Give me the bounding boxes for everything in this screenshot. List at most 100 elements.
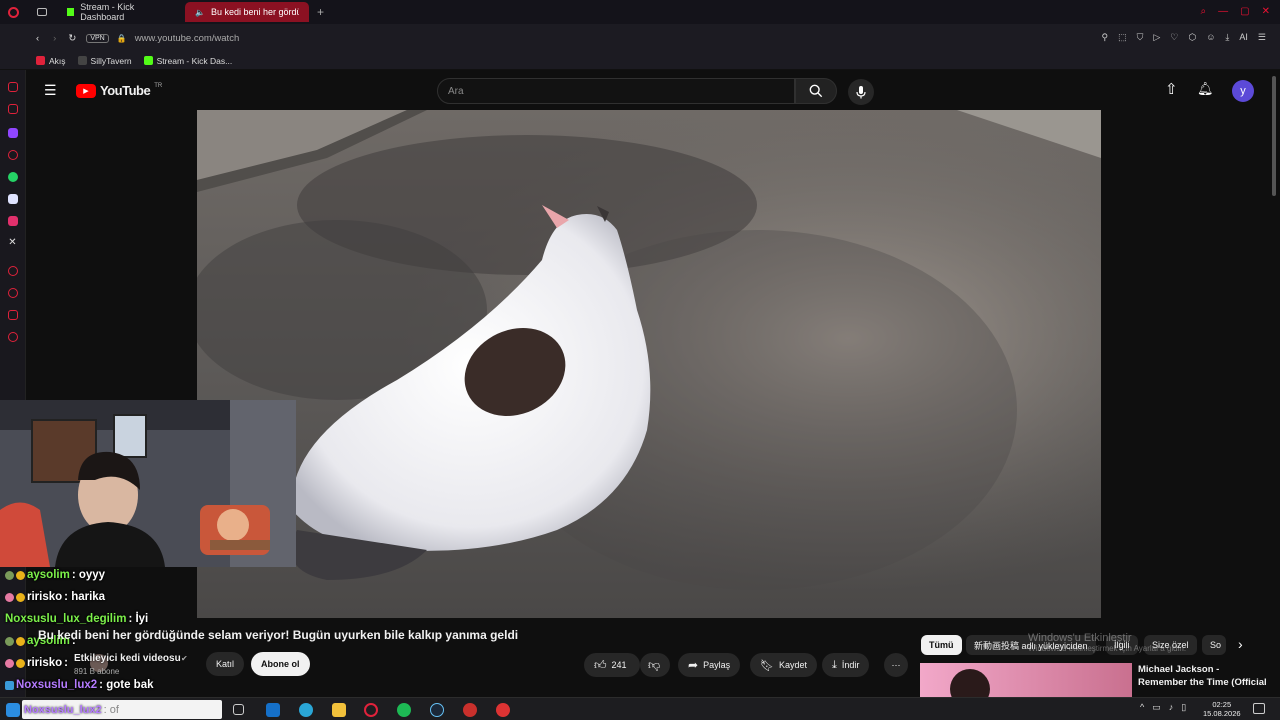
sidebar-twitch-icon[interactable] [7, 128, 18, 138]
taskbar-clock[interactable]: 02:25 15.08.2026 [1203, 700, 1241, 718]
address-bar-tools: ⚲ ⬚ ⛉ ▷ ♡ ⬡ ☺ ⤓ AI ☰ [1101, 32, 1266, 43]
chevron-right-icon[interactable]: › [1238, 636, 1243, 652]
youtube-play-icon: ▶ [76, 83, 96, 98]
like-button[interactable]: 👍︎ 241 [584, 653, 640, 677]
chat-username: ririsko [27, 591, 63, 603]
video-frame-cat [197, 110, 1101, 618]
windows-start-icon[interactable] [6, 703, 20, 717]
sidebar-whatsapp-icon[interactable] [7, 172, 18, 182]
avatar[interactable]: y [1232, 80, 1254, 102]
chip-related[interactable]: İlgili [1106, 635, 1138, 655]
dislike-button[interactable]: 👎︎ [640, 653, 670, 677]
menu-icon[interactable]: ☰ [1258, 32, 1266, 43]
channel-name[interactable]: Etkileyici kedi videosu [74, 653, 181, 664]
join-button[interactable]: Katıl [206, 652, 245, 676]
taskbar-search-box[interactable]: Noxsuslu_lux2 : of [22, 700, 222, 719]
kick-icon [67, 8, 75, 16]
save-button[interactable]: 🔖︎ Kaydet [750, 653, 817, 677]
notifications-bell-icon[interactable]: 🔔︎ [1197, 81, 1214, 97]
sidebar-settings-icon[interactable] [7, 332, 18, 342]
spotify-icon[interactable] [397, 703, 411, 717]
kick-icon [143, 56, 153, 65]
recommended-thumbnail[interactable] [920, 663, 1132, 697]
chip-more[interactable]: So [1202, 635, 1226, 655]
sidebar-discord-icon[interactable] [7, 194, 18, 204]
sidebar-history-icon[interactable] [7, 266, 18, 276]
snapshot-icon[interactable]: ⬚ [1118, 32, 1127, 43]
download-button[interactable]: ⤓ İndir [822, 653, 870, 677]
share-button[interactable]: ➦ Paylaş [678, 653, 741, 677]
search-button[interactable] [795, 78, 837, 104]
forward-icon[interactable]: › [53, 33, 56, 44]
new-tab-button[interactable]: + [317, 5, 324, 19]
tray-network-icon[interactable]: ▭ [1152, 702, 1161, 713]
profile-icon[interactable]: ☺ [1206, 32, 1215, 43]
tray-chevron-icon[interactable]: ^ [1140, 702, 1144, 713]
bookmark-icon: 🔖︎ [760, 659, 774, 672]
vpn-badge[interactable]: VPN [86, 33, 109, 43]
reload-icon[interactable]: ↻ [68, 33, 76, 44]
voice-search-button[interactable] [848, 79, 874, 105]
recommended-title[interactable]: Michael Jackson - Remember the Time (Off… [1138, 663, 1268, 689]
thumbnail-figure [950, 669, 990, 697]
bookmark-akis[interactable]: Akış [36, 56, 66, 66]
task-view-icon[interactable] [233, 704, 244, 715]
sidebar-pinboard-icon[interactable] [7, 82, 18, 92]
extensions-icon[interactable]: ⬡ [1188, 32, 1196, 43]
video-title: Bu kedi beni her gördüğünde selam veriyo… [38, 628, 519, 642]
opera-icon[interactable] [364, 703, 378, 717]
opera-logo-icon[interactable] [8, 6, 19, 18]
steam-icon[interactable] [430, 703, 444, 717]
notification-center-icon[interactable] [1253, 703, 1265, 714]
sidebar-player-icon[interactable] [7, 104, 18, 114]
tray-volume-icon[interactable]: ♪ [1169, 702, 1174, 713]
play-icon[interactable]: ▷ [1153, 32, 1160, 43]
chat-message: Noxsuslu_lux_degilim : İyi [5, 613, 148, 625]
chip-all[interactable]: Tümü [921, 635, 962, 655]
upload-icon[interactable]: ⇧ [1165, 80, 1178, 98]
shield-icon[interactable]: ⛉ [1137, 32, 1144, 43]
bookmark-kick[interactable]: Stream - Kick Das... [143, 56, 232, 66]
tab-workspace-icon[interactable] [37, 8, 47, 16]
hamburger-menu-icon[interactable]: ☰ [44, 82, 57, 99]
sidebar-clock-icon[interactable] [7, 288, 18, 298]
download-icon[interactable]: ⤓ [1225, 32, 1229, 43]
maximize-button[interactable]: ▢ [1240, 6, 1249, 17]
tray-battery-icon[interactable]: ▯ [1181, 702, 1186, 713]
subscribe-button[interactable]: Abone ol [251, 652, 310, 676]
search-input[interactable]: Ara [437, 78, 795, 104]
file-explorer-icon[interactable] [332, 703, 346, 717]
subscriber-count: 891 B abone [74, 667, 120, 676]
chat-text: : İyi [128, 613, 149, 625]
address-bar: ‹ › ↻ VPN 🔒 www.youtube.com/watch ⚲ ⬚ ⛉ … [0, 24, 1280, 52]
outlook-icon[interactable] [266, 703, 280, 717]
sidebar-instagram-icon[interactable] [7, 216, 18, 226]
close-button[interactable]: ✕ [1262, 6, 1270, 17]
search-icon [809, 84, 823, 98]
minimize-button[interactable]: — [1218, 6, 1228, 17]
page-scrollbar[interactable] [1272, 76, 1276, 196]
obs-icon[interactable] [496, 703, 510, 717]
ai-button[interactable]: AI [1239, 32, 1248, 43]
url-field[interactable]: www.youtube.com/watch [135, 33, 240, 44]
tab-youtube-video[interactable]: 🔈 Bu kedi beni her gördü [185, 2, 309, 22]
youtube-logo[interactable]: ▶ YouTube TR [76, 83, 162, 98]
tab-kick-dashboard[interactable]: Stream - Kick Dashboard [57, 2, 181, 22]
back-icon[interactable]: ‹ [36, 33, 39, 44]
sidebar-x-icon[interactable]: ✕ [8, 238, 18, 248]
chat-username: Noxsuslu_lux2 [16, 679, 98, 691]
sidebar-extensions-icon[interactable] [7, 310, 18, 320]
search-tabs-icon[interactable]: ⌕ [1201, 6, 1207, 17]
sidebar-percent-icon[interactable] [7, 150, 18, 160]
heart-icon[interactable]: ♡ [1170, 32, 1178, 43]
streamer-webcam [0, 400, 296, 567]
game-icon[interactable] [463, 703, 477, 717]
video-player[interactable] [197, 110, 1101, 618]
bookmark-sillytavern[interactable]: SillyTavern [77, 56, 132, 66]
microphone-icon [856, 86, 866, 99]
chip-uploader[interactable]: 新動画投稿 adlı yükleyiciden [966, 635, 1096, 655]
pin-icon[interactable]: ⚲ [1101, 32, 1108, 43]
chip-for-you[interactable]: Size özel [1144, 635, 1197, 655]
more-actions-button[interactable]: ⋯ [884, 653, 908, 677]
edge-icon[interactable] [299, 703, 313, 717]
